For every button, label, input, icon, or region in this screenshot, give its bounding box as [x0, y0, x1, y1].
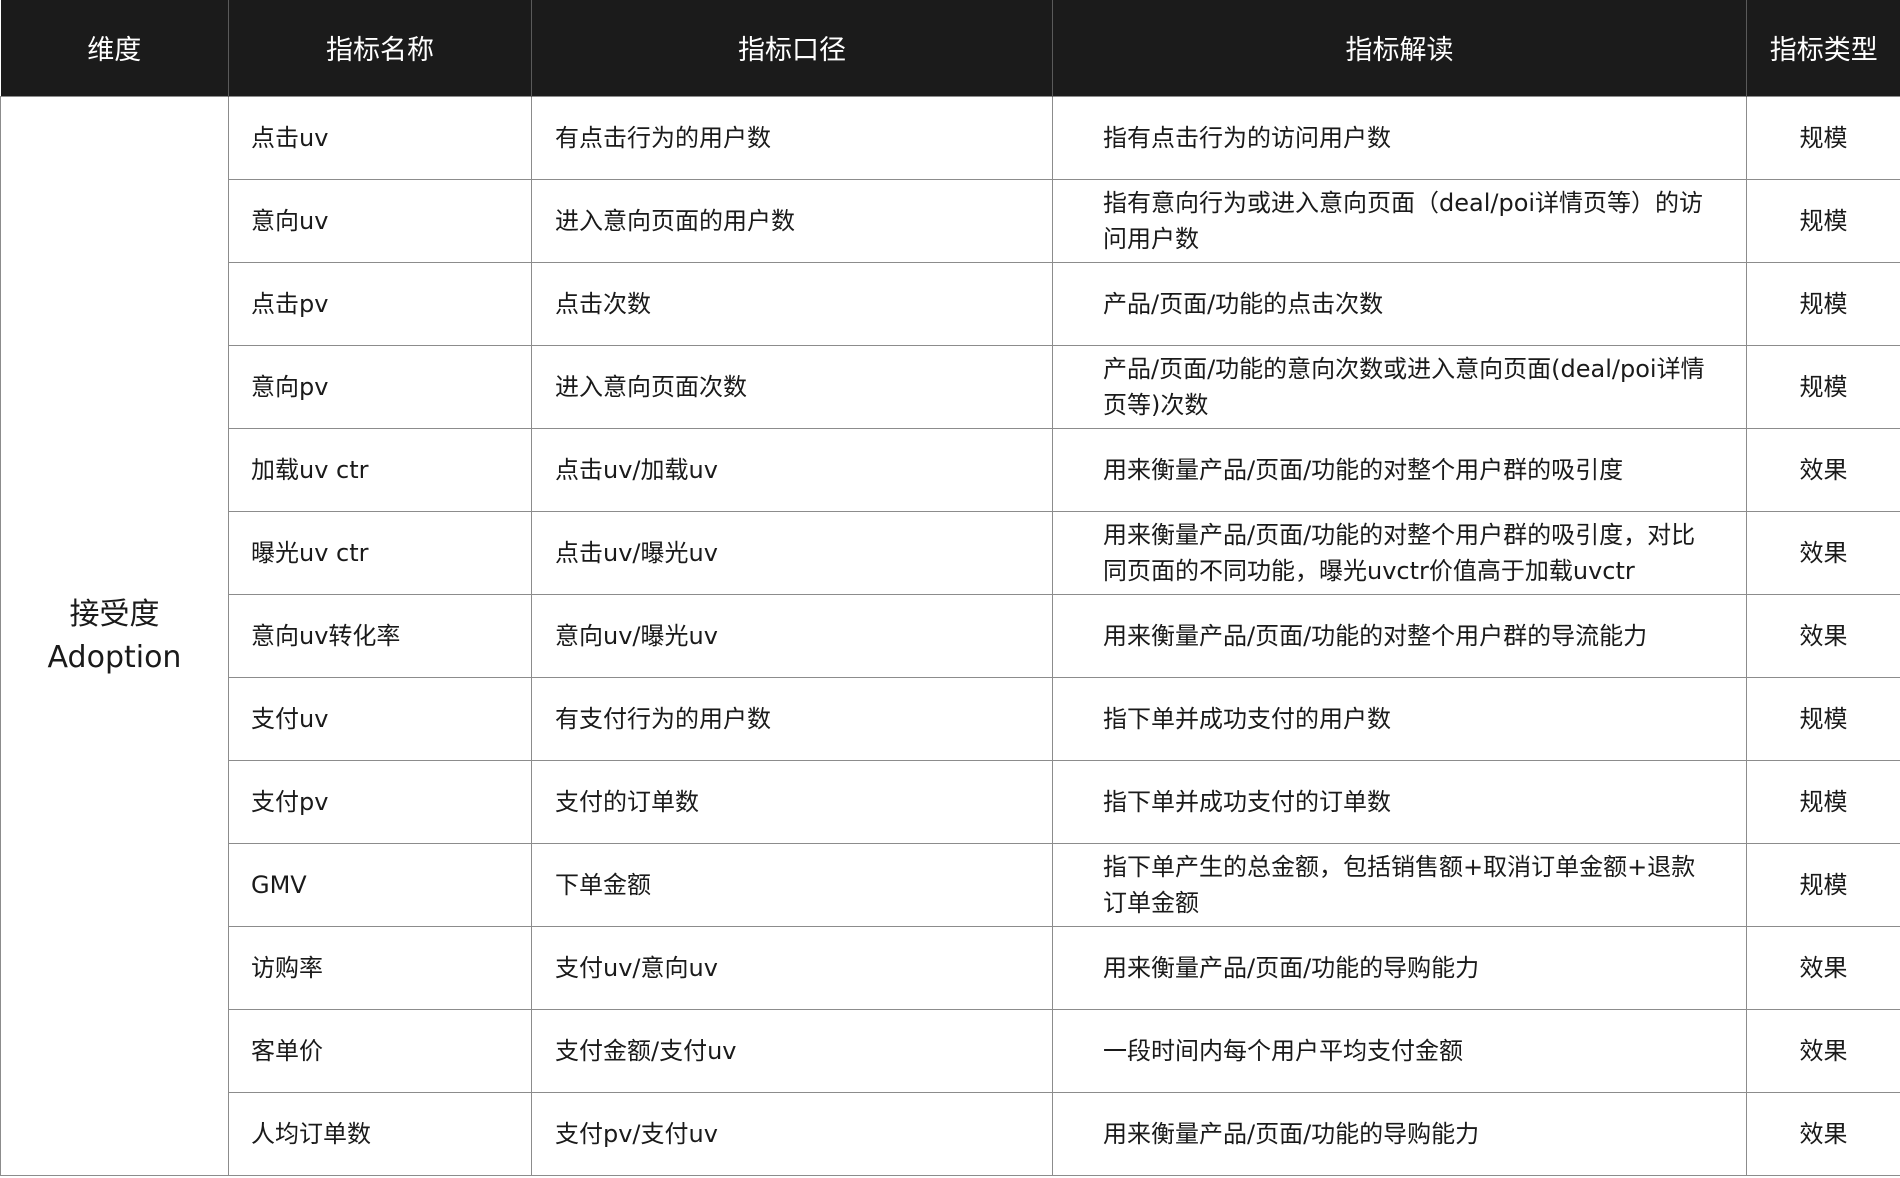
metric-interpretation-cell: 指下单并成功支付的用户数 — [1052, 676, 1747, 761]
metric-type-cell: 效果 — [1746, 510, 1900, 595]
metric-type-cell: 规模 — [1746, 842, 1900, 927]
metric-definition-cell: 支付pv/支付uv — [531, 1091, 1053, 1176]
table-row: 人均订单数 支付pv/支付uv 用来衡量产品/页面/功能的导购能力 效果 — [1, 1091, 1900, 1176]
table-row: 接受度 Adoption 点击uv 有点击行为的用户数 指有点击行为的访问用户数 规模 — [0, 95, 1900, 1176]
table-row: 意向pv 进入意向页面次数 产品/页面/功能的意向次数或进入意向页面(deal/po… — [1, 344, 1900, 429]
metric-name-cell: 点击uv — [228, 95, 532, 180]
metric-type-cell: 规模 — [1746, 261, 1900, 346]
table-row: 点击pv 点击次数 产品/页面/功能的点击次数 规模 — [1, 261, 1900, 346]
table-row: 曝光uv ctr 点击uv/曝光uv 用来衡量产品/页面/功能的对整个用户群的吸引度… — [1, 510, 1900, 595]
metric-type-cell: 规模 — [1746, 344, 1900, 429]
metric-interpretation-cell: 用来衡量产品/页面/功能的对整个用户群的吸引度，对比同页面的不同功能，曝光uvc… — [1052, 510, 1747, 595]
metric-name-cell: 支付uv — [228, 676, 532, 761]
metric-interpretation-cell: 用来衡量产品/页面/功能的导购能力 — [1052, 1091, 1747, 1176]
table-row: 支付uv 有支付行为的用户数 指下单并成功支付的用户数 规模 — [1, 676, 1900, 761]
header-metric-interpretation: 指标解读 — [1052, 0, 1747, 96]
metric-type-cell: 规模 — [1746, 676, 1900, 761]
metric-definition-cell: 点击uv/加载uv — [531, 427, 1053, 512]
metric-name-cell: 访购率 — [228, 925, 532, 1010]
header-row: 维度 指标名称 指标口径 指标解读 指标类型 — [0, 0, 1900, 96]
metric-name-cell: 点击pv — [228, 261, 532, 346]
table-row: 访购率 支付uv/意向uv 用来衡量产品/页面/功能的导购能力 效果 — [1, 925, 1900, 1010]
metric-type-cell: 效果 — [1746, 593, 1900, 678]
metric-interpretation-cell: 指下单产生的总金额，包括销售额+取消订单金额+退款订单金额 — [1052, 842, 1747, 927]
header-dimension: 维度 — [0, 0, 229, 96]
metric-name-cell: 支付pv — [228, 759, 532, 844]
metric-name-cell: 曝光uv ctr — [228, 510, 532, 595]
metric-name-cell: 意向uv转化率 — [228, 593, 532, 678]
header-metric-type: 指标类型 — [1746, 0, 1900, 96]
metric-definition-cell: 意向uv/曝光uv — [531, 593, 1053, 678]
metric-definition-cell: 点击uv/曝光uv — [531, 510, 1053, 595]
metric-type-cell: 规模 — [1746, 95, 1900, 180]
dimension-cell: 接受度 Adoption — [0, 95, 229, 1176]
metric-interpretation-cell: 指有点击行为的访问用户数 — [1052, 95, 1747, 180]
header-metric-name: 指标名称 — [228, 0, 532, 96]
metric-interpretation-cell: 指下单并成功支付的订单数 — [1052, 759, 1747, 844]
dimension-name-zh: 接受度 — [69, 596, 160, 632]
metric-definition-cell: 有点击行为的用户数 — [531, 95, 1053, 180]
metric-definition-cell: 有支付行为的用户数 — [531, 676, 1053, 761]
table-row: 加载uv ctr 点击uv/加载uv 用来衡量产品/页面/功能的对整个用户群的吸引度… — [1, 427, 1900, 512]
metric-definition-cell: 支付金额/支付uv — [531, 1008, 1053, 1093]
dimension-name-en: Adoption — [47, 639, 182, 675]
table-row: 意向uv 进入意向页面的用户数 指有意向行为或进入意向页面（deal/poi详情页等… — [1, 178, 1900, 263]
header-metric-definition: 指标口径 — [531, 0, 1053, 96]
table-row: GMV 下单金额 指下单产生的总金额，包括销售额+取消订单金额+退款订单金额 规模 — [1, 842, 1900, 927]
metric-definition-cell: 支付uv/意向uv — [531, 925, 1053, 1010]
metric-name-cell: 客单价 — [228, 1008, 532, 1093]
metric-type-cell: 效果 — [1746, 925, 1900, 1010]
metric-interpretation-cell: 用来衡量产品/页面/功能的导购能力 — [1052, 925, 1747, 1010]
metric-type-cell: 效果 — [1746, 1091, 1900, 1176]
metric-definition-cell: 点击次数 — [531, 261, 1053, 346]
metric-type-cell: 规模 — [1746, 759, 1900, 844]
metric-type-cell: 效果 — [1746, 1008, 1900, 1093]
metric-interpretation-cell: 产品/页面/功能的点击次数 — [1052, 261, 1747, 346]
table-row: 客单价 支付金额/支付uv 一段时间内每个用户平均支付金额 效果 — [1, 1008, 1900, 1093]
metric-definition-cell: 下单金额 — [531, 842, 1053, 927]
table-row: 意向uv转化率 意向uv/曝光uv 用来衡量产品/页面/功能的对整个用户群的导流能力… — [1, 593, 1900, 678]
table-header: 维度 指标名称 指标口径 指标解读 指标类型 — [0, 0, 1900, 96]
metric-type-cell: 规模 — [1746, 178, 1900, 263]
metric-definition-cell: 进入意向页面的用户数 — [531, 178, 1053, 263]
table-row: 支付pv 支付的订单数 指下单并成功支付的订单数 规模 — [1, 759, 1900, 844]
metrics-table: 维度 指标名称 指标口径 指标解读 指标类型 接受度 Adoption 点击uv 有点… — [0, 0, 1900, 1176]
metric-interpretation-cell: 用来衡量产品/页面/功能的对整个用户群的导流能力 — [1052, 593, 1747, 678]
metric-name-cell: 人均订单数 — [228, 1091, 532, 1176]
metric-interpretation-cell: 一段时间内每个用户平均支付金额 — [1052, 1008, 1747, 1093]
metric-name-cell: GMV — [228, 842, 532, 927]
metric-definition-cell: 进入意向页面次数 — [531, 344, 1053, 429]
metric-definition-cell: 支付的订单数 — [531, 759, 1053, 844]
metric-type-cell: 效果 — [1746, 427, 1900, 512]
metric-interpretation-cell: 指有意向行为或进入意向页面（deal/poi详情页等）的访问用户数 — [1052, 178, 1747, 263]
metric-name-cell: 意向pv — [228, 344, 532, 429]
metric-name-cell: 意向uv — [228, 178, 532, 263]
metric-name-cell: 加载uv ctr — [228, 427, 532, 512]
table-body: 接受度 Adoption 点击uv 有点击行为的用户数 指有点击行为的访问用户数 规模 意向… — [0, 95, 1900, 1176]
metric-interpretation-cell: 用来衡量产品/页面/功能的对整个用户群的吸引度 — [1052, 427, 1747, 512]
metric-interpretation-cell: 产品/页面/功能的意向次数或进入意向页面(deal/poi详情页等)次数 — [1052, 344, 1747, 429]
